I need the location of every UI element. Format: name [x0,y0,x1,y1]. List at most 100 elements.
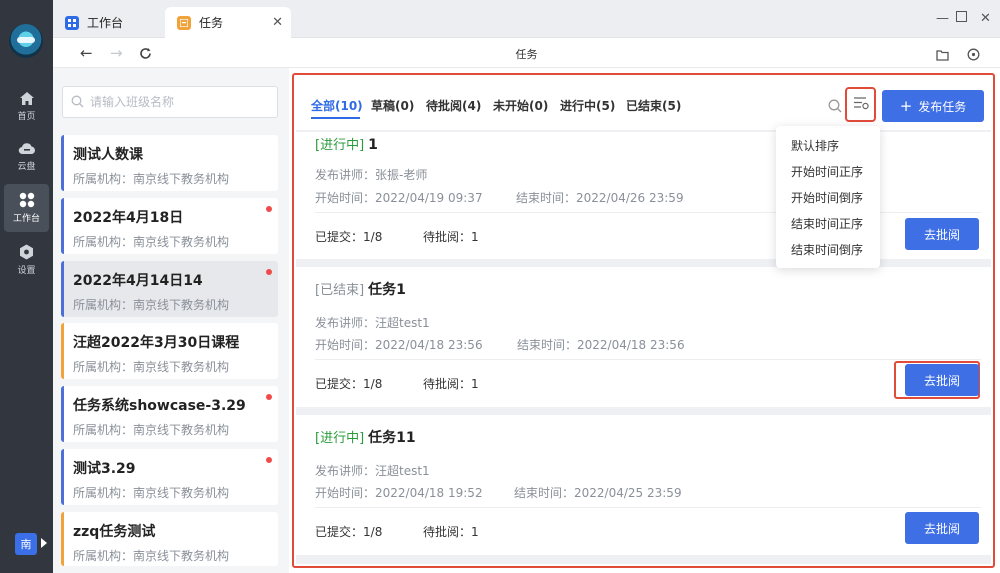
home-icon [18,90,36,106]
class-list-item[interactable]: 测试3.29 所属机构：南京线下教务机构 [61,449,278,505]
unread-dot [266,457,272,463]
window-close-icon[interactable]: ✕ [980,11,991,26]
filter-tab-pending-review[interactable]: 待批阅(4) [426,97,481,114]
workspace-icon [18,192,36,208]
unread-dot [266,206,272,212]
sort-option-start-asc[interactable]: 开始时间正序 [791,163,863,180]
settings-icon [18,244,36,260]
card-divider [315,507,981,508]
sort-option-end-asc[interactable]: 结束时间正序 [791,215,863,232]
sort-button[interactable] [845,87,876,122]
nav-label-home: 首页 [17,112,36,122]
class-title: 2022年4月14日14 [73,273,203,289]
nav-item-settings[interactable]: 设置 [4,236,49,284]
search-icon[interactable] [828,98,842,113]
task-card-title: [进行中] 1 [315,134,378,153]
publish-task-button[interactable]: + 发布任务 [882,90,984,122]
class-org: 所属机构：南京线下教务机构 [73,298,230,312]
card-divider [315,359,981,360]
tab-label: 任务 [199,16,224,30]
task-status: [进行中] [315,138,365,153]
sort-option-end-desc[interactable]: 结束时间倒序 [791,241,863,258]
active-tab-underline [311,117,360,119]
task-card: [进行中] 1 发布讲师：张振-老师 开始时间：2022/04/19 09:37 … [296,132,991,259]
class-search-input[interactable] [90,95,260,109]
workspace-tab-icon [65,15,79,30]
caret-right-icon[interactable] [41,538,47,548]
tab-label: 工作台 [87,16,124,30]
task-card: [进行中] 任务11 发布讲师：汪超test1 开始时间：2022/04/18 1… [296,415,991,555]
class-search-box[interactable] [62,86,278,118]
maximize-icon[interactable] [956,11,967,26]
task-teacher: 发布讲师：汪超test1 [315,316,430,330]
review-button[interactable]: 去批阅 [905,218,979,250]
task-end-time: 结束时间：2022/04/25 23:59 [514,486,682,500]
class-title: 任务系统showcase-3.29 [73,398,246,414]
class-list-item[interactable]: 测试人数课 所属机构：南京线下教务机构 [61,135,278,191]
task-submitted: 已提交：1/8 [315,525,383,539]
tab-task[interactable]: 任务 ✕ [165,7,291,38]
sort-option-default[interactable]: 默认排序 [791,137,839,154]
nav-item-workspace[interactable]: 工作台 [4,184,49,232]
sort-icon [853,95,869,114]
class-org: 所属机构：南京线下教务机构 [73,486,230,500]
compass-icon[interactable] [967,46,981,61]
sort-dropdown: 默认排序 开始时间正序 开始时间倒序 结束时间正序 结束时间倒序 [776,126,880,268]
task-teacher: 发布讲师：汪超test1 [315,464,430,478]
class-list-item[interactable]: 2022年4月18日 所属机构：南京线下教务机构 [61,198,278,254]
task-card: [已结束] 任务1 发布讲师：汪超test1 开始时间：2022/04/18 23… [296,267,991,407]
filter-tab-in-progress[interactable]: 进行中(5) [560,97,615,114]
sort-option-start-desc[interactable]: 开始时间倒序 [791,189,863,206]
class-list-item-selected[interactable]: 2022年4月14日14 所属机构：南京线下教务机构 [61,261,278,317]
tab-bar: 工作台 任务 ✕ — ✕ [53,0,1000,38]
user-avatar-button[interactable]: 南 [15,533,37,555]
class-title: zzq任务测试 [73,524,156,540]
task-end-time: 结束时间：2022/04/18 23:56 [517,338,685,352]
card-divider [315,212,981,213]
task-teacher: 发布讲师：张振-老师 [315,168,428,182]
unread-dot [266,269,272,275]
class-list-item[interactable]: zzq任务测试 所属机构：南京线下教务机构 [61,512,278,566]
nav-item-home[interactable]: 首页 [4,82,49,130]
close-icon[interactable]: ✕ [272,15,283,30]
task-card-title: [进行中] 任务11 [315,427,416,447]
task-status: [已结束] [315,283,365,298]
class-org: 所属机构：南京线下教务机构 [73,172,230,186]
plus-icon: + [899,97,913,115]
review-button[interactable]: 去批阅 [905,512,979,544]
review-button[interactable]: 去批阅 [905,364,979,396]
task-name[interactable]: 任务11 [368,430,415,446]
nav-label-workspace: 工作台 [12,214,40,224]
folder-icon[interactable] [936,46,950,61]
class-title: 2022年4月18日 [73,210,184,226]
minimize-icon[interactable]: — [936,11,949,26]
class-sidebar: 测试人数课 所属机构：南京线下教务机构 2022年4月18日 所属机构：南京线下… [53,68,289,573]
class-title: 汪超2022年3月30日课程 [73,335,240,351]
left-nav: 首页 云盘 工作台 设置 南 [0,0,53,573]
search-icon [71,93,84,112]
toolbar: ← → 任务 [53,38,1000,68]
class-list-item[interactable]: 任务系统showcase-3.29 所属机构：南京线下教务机构 [61,386,278,442]
task-name[interactable]: 任务1 [368,282,406,298]
task-submitted: 已提交：1/8 [315,377,383,391]
class-org: 所属机构：南京线下教务机构 [73,423,230,437]
unread-dot [266,394,272,400]
filter-tab-not-started[interactable]: 未开始(0) [493,97,548,114]
class-title: 测试3.29 [73,461,136,477]
task-name[interactable]: 1 [368,137,378,153]
filter-tab-ended[interactable]: 已结束(5) [626,97,681,114]
class-list-item[interactable]: 汪超2022年3月30日课程 所属机构：南京线下教务机构 [61,323,278,379]
filter-tab-draft[interactable]: 草稿(0) [371,97,414,114]
task-status: [进行中] [315,431,365,446]
class-org: 所属机构：南京线下教务机构 [73,360,230,374]
tab-workspace[interactable]: 工作台 [53,7,165,38]
task-start-time: 开始时间：2022/04/18 19:52 [315,486,483,500]
page-title: 任务 [515,48,538,61]
app-logo [9,24,43,58]
publish-task-label: 发布任务 [918,99,967,114]
filter-tab-all[interactable]: 全部(10) [311,97,363,114]
task-pending: 待批阅：1 [423,377,479,391]
nav-item-cloud[interactable]: 云盘 [4,132,49,180]
class-title: 测试人数课 [73,147,143,163]
task-start-time: 开始时间：2022/04/19 09:37 [315,191,483,205]
